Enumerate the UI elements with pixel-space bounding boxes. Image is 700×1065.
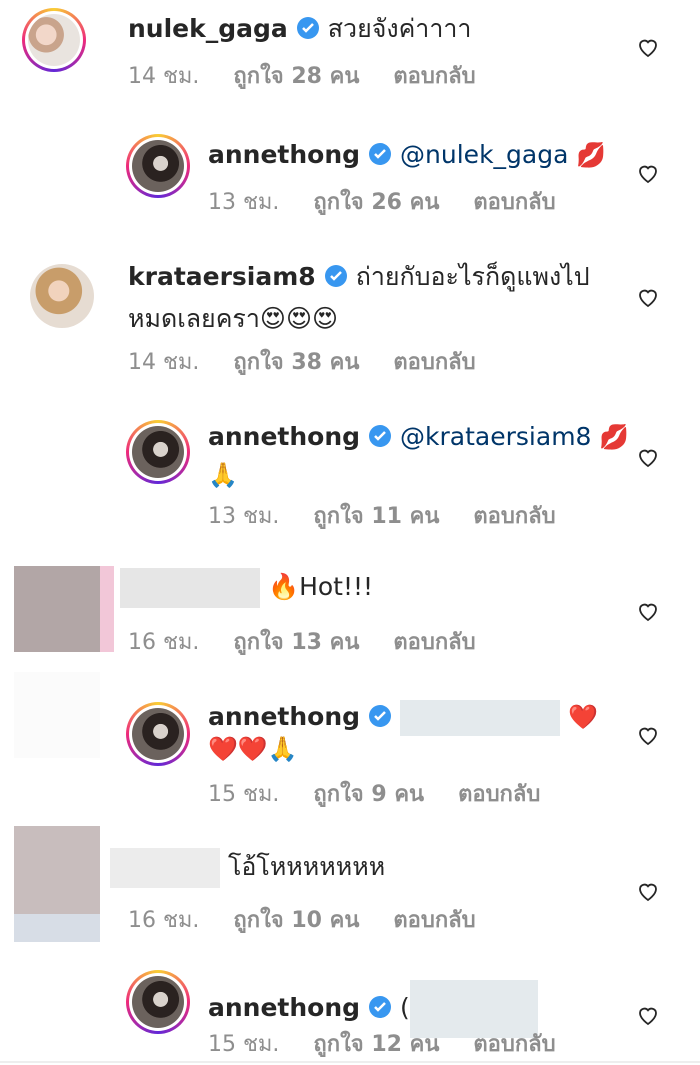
comment-body: ❤️ xyxy=(568,703,598,731)
avatar[interactable] xyxy=(126,970,190,1034)
comment-body-continued: ❤️❤️🙏 xyxy=(208,735,298,763)
comment-text-line: 🔥Hot!!! xyxy=(120,568,373,608)
timestamp: 13 ชม. xyxy=(208,504,280,529)
verified-icon xyxy=(324,265,347,287)
verified-icon xyxy=(369,143,392,165)
likes-count[interactable]: ถูกใจ 28 คน xyxy=(233,64,359,89)
username-redacted[interactable] xyxy=(110,848,220,888)
username[interactable]: annethong xyxy=(208,993,360,1022)
comment-body: ( xyxy=(400,993,410,1022)
reply-button[interactable]: ตอบกลับ xyxy=(473,504,555,529)
verified-icon xyxy=(369,705,392,727)
likes-count[interactable]: ถูกใจ 11 คน xyxy=(313,504,439,529)
avatar-edge xyxy=(100,566,114,652)
comment-text-line: annethong @krataersiam8 💋 xyxy=(208,420,629,454)
reply-button[interactable]: ตอบกลับ xyxy=(393,630,475,655)
reply-button[interactable]: ตอบกลับ xyxy=(458,782,540,807)
reply-button[interactable]: ตอบกลับ xyxy=(473,190,555,215)
comment-meta: 14 ชม. ถูกใจ 38 คน ตอบกลับ xyxy=(128,344,510,379)
comment-text-line: โอ้โหหหหหหห xyxy=(110,848,385,888)
comment-meta: 15 ชม. ถูกใจ 9 คน ตอบกลับ xyxy=(208,776,574,811)
mention-redacted[interactable] xyxy=(400,700,561,736)
comment-body: 🔥Hot!!! xyxy=(267,572,374,601)
heart-icon[interactable] xyxy=(636,36,660,58)
comment-body: 💋 xyxy=(599,423,630,451)
avatar[interactable] xyxy=(126,134,190,198)
likes-count[interactable]: ถูกใจ 26 คน xyxy=(313,190,439,215)
reply-button[interactable]: ตอบกลับ xyxy=(393,908,475,933)
comment-meta: 13 ชม. ถูกใจ 26 คน ตอบกลับ xyxy=(208,184,590,219)
verified-icon xyxy=(369,425,392,447)
comment-meta: 16 ชม. ถูกใจ 10 คน ตอบกลับ xyxy=(128,902,510,937)
username[interactable]: nulek_gaga xyxy=(128,14,288,43)
comment-body-continued: หมดเลยครา😍😍😍 xyxy=(128,304,339,333)
heart-icon[interactable] xyxy=(636,724,660,746)
timestamp: 13 ชม. xyxy=(208,190,280,215)
comment-body: 💋 xyxy=(576,141,607,169)
avatar[interactable] xyxy=(14,826,100,914)
verified-icon xyxy=(296,17,319,39)
bottom-divider xyxy=(0,1061,700,1063)
avatar[interactable] xyxy=(30,264,94,328)
timestamp: 14 ชม. xyxy=(128,64,200,89)
timestamp: 16 ชม. xyxy=(128,630,200,655)
username[interactable]: annethong xyxy=(208,702,360,731)
heart-icon[interactable] xyxy=(636,1004,660,1026)
avatar[interactable] xyxy=(126,420,190,484)
reply-button[interactable]: ตอบกลับ xyxy=(393,64,475,89)
comment-meta: 13 ชม. ถูกใจ 11 คน ตอบกลับ xyxy=(208,498,590,533)
avatar[interactable] xyxy=(14,672,100,758)
username[interactable]: annethong xyxy=(208,140,360,169)
username-redacted[interactable] xyxy=(120,568,260,608)
comment-meta: 16 ชม. ถูกใจ 13 คน ตอบกลับ xyxy=(128,624,510,659)
comment-body: สวยจังค่าาาา xyxy=(327,14,472,43)
heart-icon[interactable] xyxy=(636,600,660,622)
avatar[interactable] xyxy=(22,8,86,72)
username[interactable]: krataersiam8 xyxy=(128,262,316,291)
likes-count[interactable]: ถูกใจ 9 คน xyxy=(313,782,424,807)
timestamp: 15 ชม. xyxy=(208,1032,280,1057)
avatar-edge xyxy=(14,914,100,942)
reply-button[interactable]: ตอบกลับ xyxy=(473,1032,555,1057)
heart-icon[interactable] xyxy=(636,880,660,902)
verified-icon xyxy=(369,996,392,1018)
mention-link[interactable]: @nulek_gaga xyxy=(400,140,568,169)
heart-icon[interactable] xyxy=(636,286,660,308)
likes-count[interactable]: ถูกใจ 38 คน xyxy=(233,350,359,375)
comment-text-line: nulek_gaga สวยจังค่าาาา xyxy=(128,12,471,46)
likes-count[interactable]: ถูกใจ 10 คน xyxy=(233,908,359,933)
username[interactable]: annethong xyxy=(208,422,360,451)
heart-icon[interactable] xyxy=(636,446,660,468)
avatar[interactable] xyxy=(126,702,190,766)
comment-body-continued: 🙏 xyxy=(208,461,238,489)
comment-meta: 15 ชม. ถูกใจ 12 คน ตอบกลับ xyxy=(208,1026,590,1061)
comment-text-line: annethong @nulek_gaga 💋 xyxy=(208,138,606,172)
comment-body: ถ่ายกับอะไรก็ดูแพงไป xyxy=(355,262,590,291)
likes-count[interactable]: ถูกใจ 13 คน xyxy=(233,630,359,655)
comment-text-line: krataersiam8 ถ่ายกับอะไรก็ดูแพงไป xyxy=(128,260,590,294)
timestamp: 15 ชม. xyxy=(208,782,280,807)
comment-meta: 14 ชม. ถูกใจ 28 คน ตอบกลับ xyxy=(128,58,510,93)
comment-body: โอ้โหหหหหหห xyxy=(227,852,386,881)
likes-count[interactable]: ถูกใจ 12 คน xyxy=(313,1032,439,1057)
timestamp: 16 ชม. xyxy=(128,908,200,933)
mention-link[interactable]: @krataersiam8 xyxy=(400,422,591,451)
avatar[interactable] xyxy=(14,566,100,652)
comment-text-line: annethong ❤️ xyxy=(208,700,598,736)
heart-icon[interactable] xyxy=(636,162,660,184)
reply-button[interactable]: ตอบกลับ xyxy=(393,350,475,375)
timestamp: 14 ชม. xyxy=(128,350,200,375)
